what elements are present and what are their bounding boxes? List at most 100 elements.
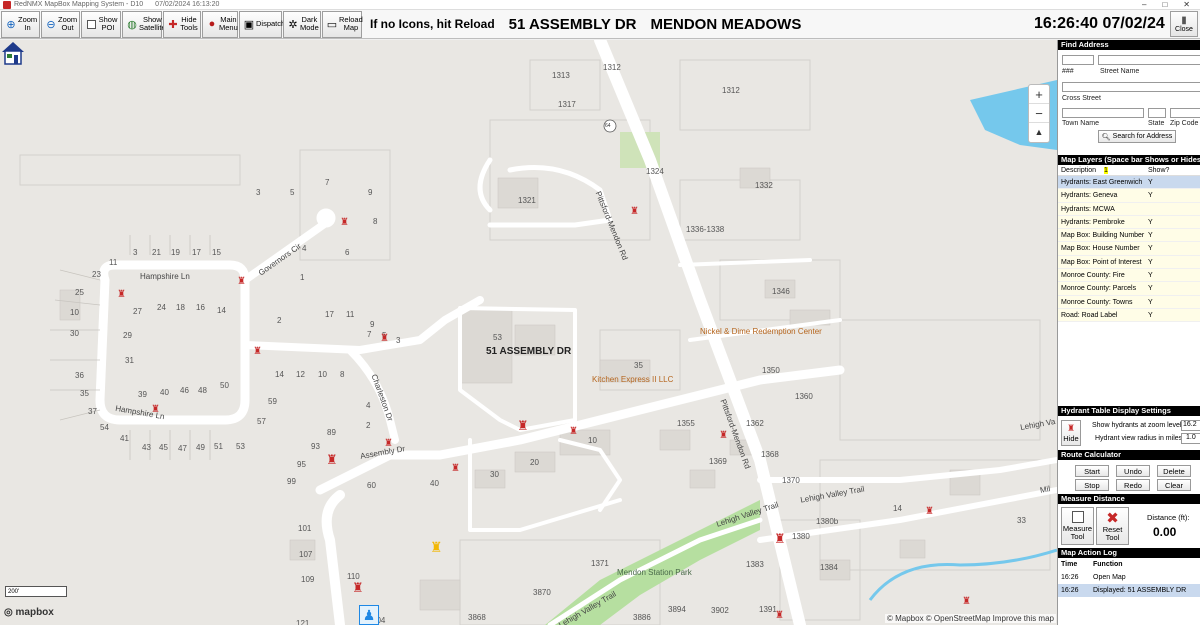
hydrant-icon[interactable]: ♜ [151, 404, 160, 415]
show-poi-button[interactable]: Show POI [81, 10, 121, 38]
route-stop-button[interactable]: Stop [1075, 479, 1109, 492]
dispatch-button[interactable]: ▣ Dispatch [239, 10, 285, 38]
dark-mode-button[interactable]: ✲ Dark Mode [283, 10, 321, 38]
main-menu-button[interactable]: ● Main Menu [202, 10, 238, 38]
hydrant-icon[interactable]: ♜ [117, 289, 126, 300]
map-zoom-in-button[interactable]: + [1029, 85, 1049, 104]
hydrant-icon[interactable]: ♜ [340, 217, 349, 228]
town-name-input[interactable] [1062, 108, 1144, 118]
zip-code-input[interactable] [1170, 108, 1200, 118]
house-number: 1384 [820, 563, 838, 572]
route-start-button[interactable]: Start [1075, 465, 1109, 478]
layer-row[interactable]: Monroe County: Towns Y [1058, 295, 1200, 309]
tools-icon: ✚ [168, 18, 178, 31]
maximize-button[interactable]: □ [1162, 0, 1167, 9]
hydrant-icon[interactable]: ♜ [517, 418, 529, 434]
measure-tool-button[interactable]: Measure Tool [1061, 507, 1094, 546]
street-name-input[interactable] [1098, 55, 1200, 65]
map-zoom-out-button[interactable]: − [1029, 104, 1049, 123]
layer-row[interactable]: Map Box: Point of Interest Y [1058, 255, 1200, 270]
house-number: 37 [88, 407, 97, 416]
hydrant-icon[interactable]: ♜ [237, 276, 246, 287]
log-row[interactable]: 16:26 Open Map [1058, 571, 1200, 584]
hydrant-icon[interactable]: ♜ [384, 438, 393, 449]
house-number-input[interactable] [1062, 55, 1094, 65]
zoom-out-button[interactable]: ⊖ Zoom Out [41, 10, 80, 38]
layer-row[interactable]: Monroe County: Fire Y [1058, 269, 1200, 283]
window-close-button[interactable]: ✕ [1183, 0, 1190, 9]
house-number: 1360 [795, 392, 813, 401]
window-title-bar: RedNMX MapBox Mapping System - D10 07/02… [0, 0, 1200, 10]
state-input[interactable] [1148, 108, 1166, 118]
hide-hydrant-table-button[interactable]: ♜ Hide [1061, 420, 1081, 447]
house-marker-icon[interactable] [0, 40, 26, 66]
layer-row[interactable]: Map Box: House Number Y [1058, 242, 1200, 256]
layer-row[interactable]: Monroe County: Parcels Y [1058, 282, 1200, 296]
minimize-button[interactable]: – [1142, 0, 1146, 9]
compass-button[interactable]: ▲ [1029, 123, 1049, 142]
distance-label: Distance (ft): [1147, 513, 1190, 523]
map-layers-header: Map Layers (Space bar Shows or Hides) [1058, 155, 1200, 165]
dispatch-icon: ▣ [243, 18, 255, 31]
layer-row[interactable]: Hydrants: Pembroke Y [1058, 215, 1200, 230]
hydrant-icon[interactable]: ♜ [775, 610, 784, 621]
hide-tools-button[interactable]: ✚ Hide Tools [163, 10, 201, 38]
hydrant-icon[interactable]: ♜ [352, 580, 364, 596]
show-satellite-button[interactable]: ◍ Show Satellite [122, 10, 166, 38]
house-number: 30 [490, 470, 499, 479]
hydrant-icon[interactable]: ♜ [774, 531, 786, 547]
hydrant-icon[interactable]: ♜ [380, 333, 389, 344]
poi-label: Kitchen Express II LLC [592, 375, 674, 384]
person-marker-icon[interactable]: ♟ [359, 605, 379, 625]
reset-tool-button[interactable]: ✖ Reset Tool [1096, 507, 1129, 546]
current-area: MENDON MEADOWS [650, 15, 802, 33]
house-number: 48 [198, 386, 207, 395]
hydrant-icon[interactable]: ♜ [630, 206, 639, 217]
reload-hint: If no Icons, hit Reload [370, 17, 495, 31]
house-number: 1336-1338 [686, 225, 725, 234]
reset-x-icon: ✖ [1106, 509, 1119, 527]
house-number: 46 [180, 386, 189, 395]
search-address-button[interactable]: 🔍︎ Search for Address [1098, 130, 1176, 143]
map-attribution[interactable]: © Mapbox © OpenStreetMap Improve this ma… [885, 614, 1056, 623]
route-clear-button[interactable]: Clear [1157, 479, 1191, 492]
cross-street-input[interactable] [1062, 82, 1200, 92]
hydrant-icon[interactable]: ♜ [925, 506, 934, 517]
house-number: 1362 [746, 419, 764, 428]
clock: 16:26:40 07/02/24 [1034, 15, 1165, 32]
house-number: 99 [287, 477, 296, 486]
road-label: Mil [1039, 484, 1051, 495]
house-number: 1332 [755, 181, 773, 190]
route-undo-button[interactable]: Undo [1116, 465, 1150, 478]
zoom-in-button[interactable]: ⊕ Zoom In [1, 10, 40, 38]
layer-row[interactable]: Hydrants: Geneva Y [1058, 189, 1200, 203]
layer-row[interactable]: Hydrants: MCWA [1058, 202, 1200, 216]
hydrant-icon[interactable]: ♜ [719, 430, 728, 441]
hydrant-icon[interactable]: ♜ [569, 426, 578, 437]
app-icon [3, 0, 11, 9]
road-label: Hampshire Ln [140, 272, 190, 281]
route-redo-button[interactable]: Redo [1116, 479, 1150, 492]
hydrant-icon[interactable]: ♜ [253, 346, 262, 357]
layer-row[interactable]: Map Box: Building Number Y [1058, 229, 1200, 243]
close-button[interactable]: ▮ Close [1170, 11, 1198, 37]
zoom-level-label: Show hydrants at zoom level [1092, 422, 1182, 430]
search-icon: 🔍︎ [1101, 133, 1111, 141]
reload-map-button[interactable]: ▭ Reload Map [322, 10, 363, 38]
map-view[interactable]: 64 Pittsford-Mendon Rd Pittsford-Mendon … [0, 40, 1057, 625]
poi-label: Nickel & Dime Redemption Center [700, 327, 822, 336]
hydrant-icon[interactable]: ♜ [451, 463, 460, 474]
zoom-level-input[interactable]: 16.2 [1181, 420, 1200, 432]
house-number: 17 [192, 248, 201, 257]
layer-row[interactable]: Hydrants: East Greenwich Y [1058, 176, 1200, 190]
hydrant-yellow-icon[interactable]: ♜ [430, 539, 443, 556]
view-radius-input[interactable]: 1.0 [1181, 433, 1200, 445]
hydrant-icon[interactable]: ♜ [326, 452, 338, 468]
route-delete-button[interactable]: Delete [1157, 465, 1191, 478]
hydrant-icon[interactable]: ♜ [962, 596, 971, 607]
house-number: 10 [318, 370, 327, 379]
log-row[interactable]: 16:26 Displayed: 51 ASSEMBLY DR [1058, 584, 1200, 598]
toolbar: ⊕ Zoom In ⊖ Zoom Out Show POI ◍ Show Sat… [0, 10, 1200, 39]
layer-row[interactable]: Road: Road Label Y [1058, 308, 1200, 323]
house-number: 39 [138, 390, 147, 399]
